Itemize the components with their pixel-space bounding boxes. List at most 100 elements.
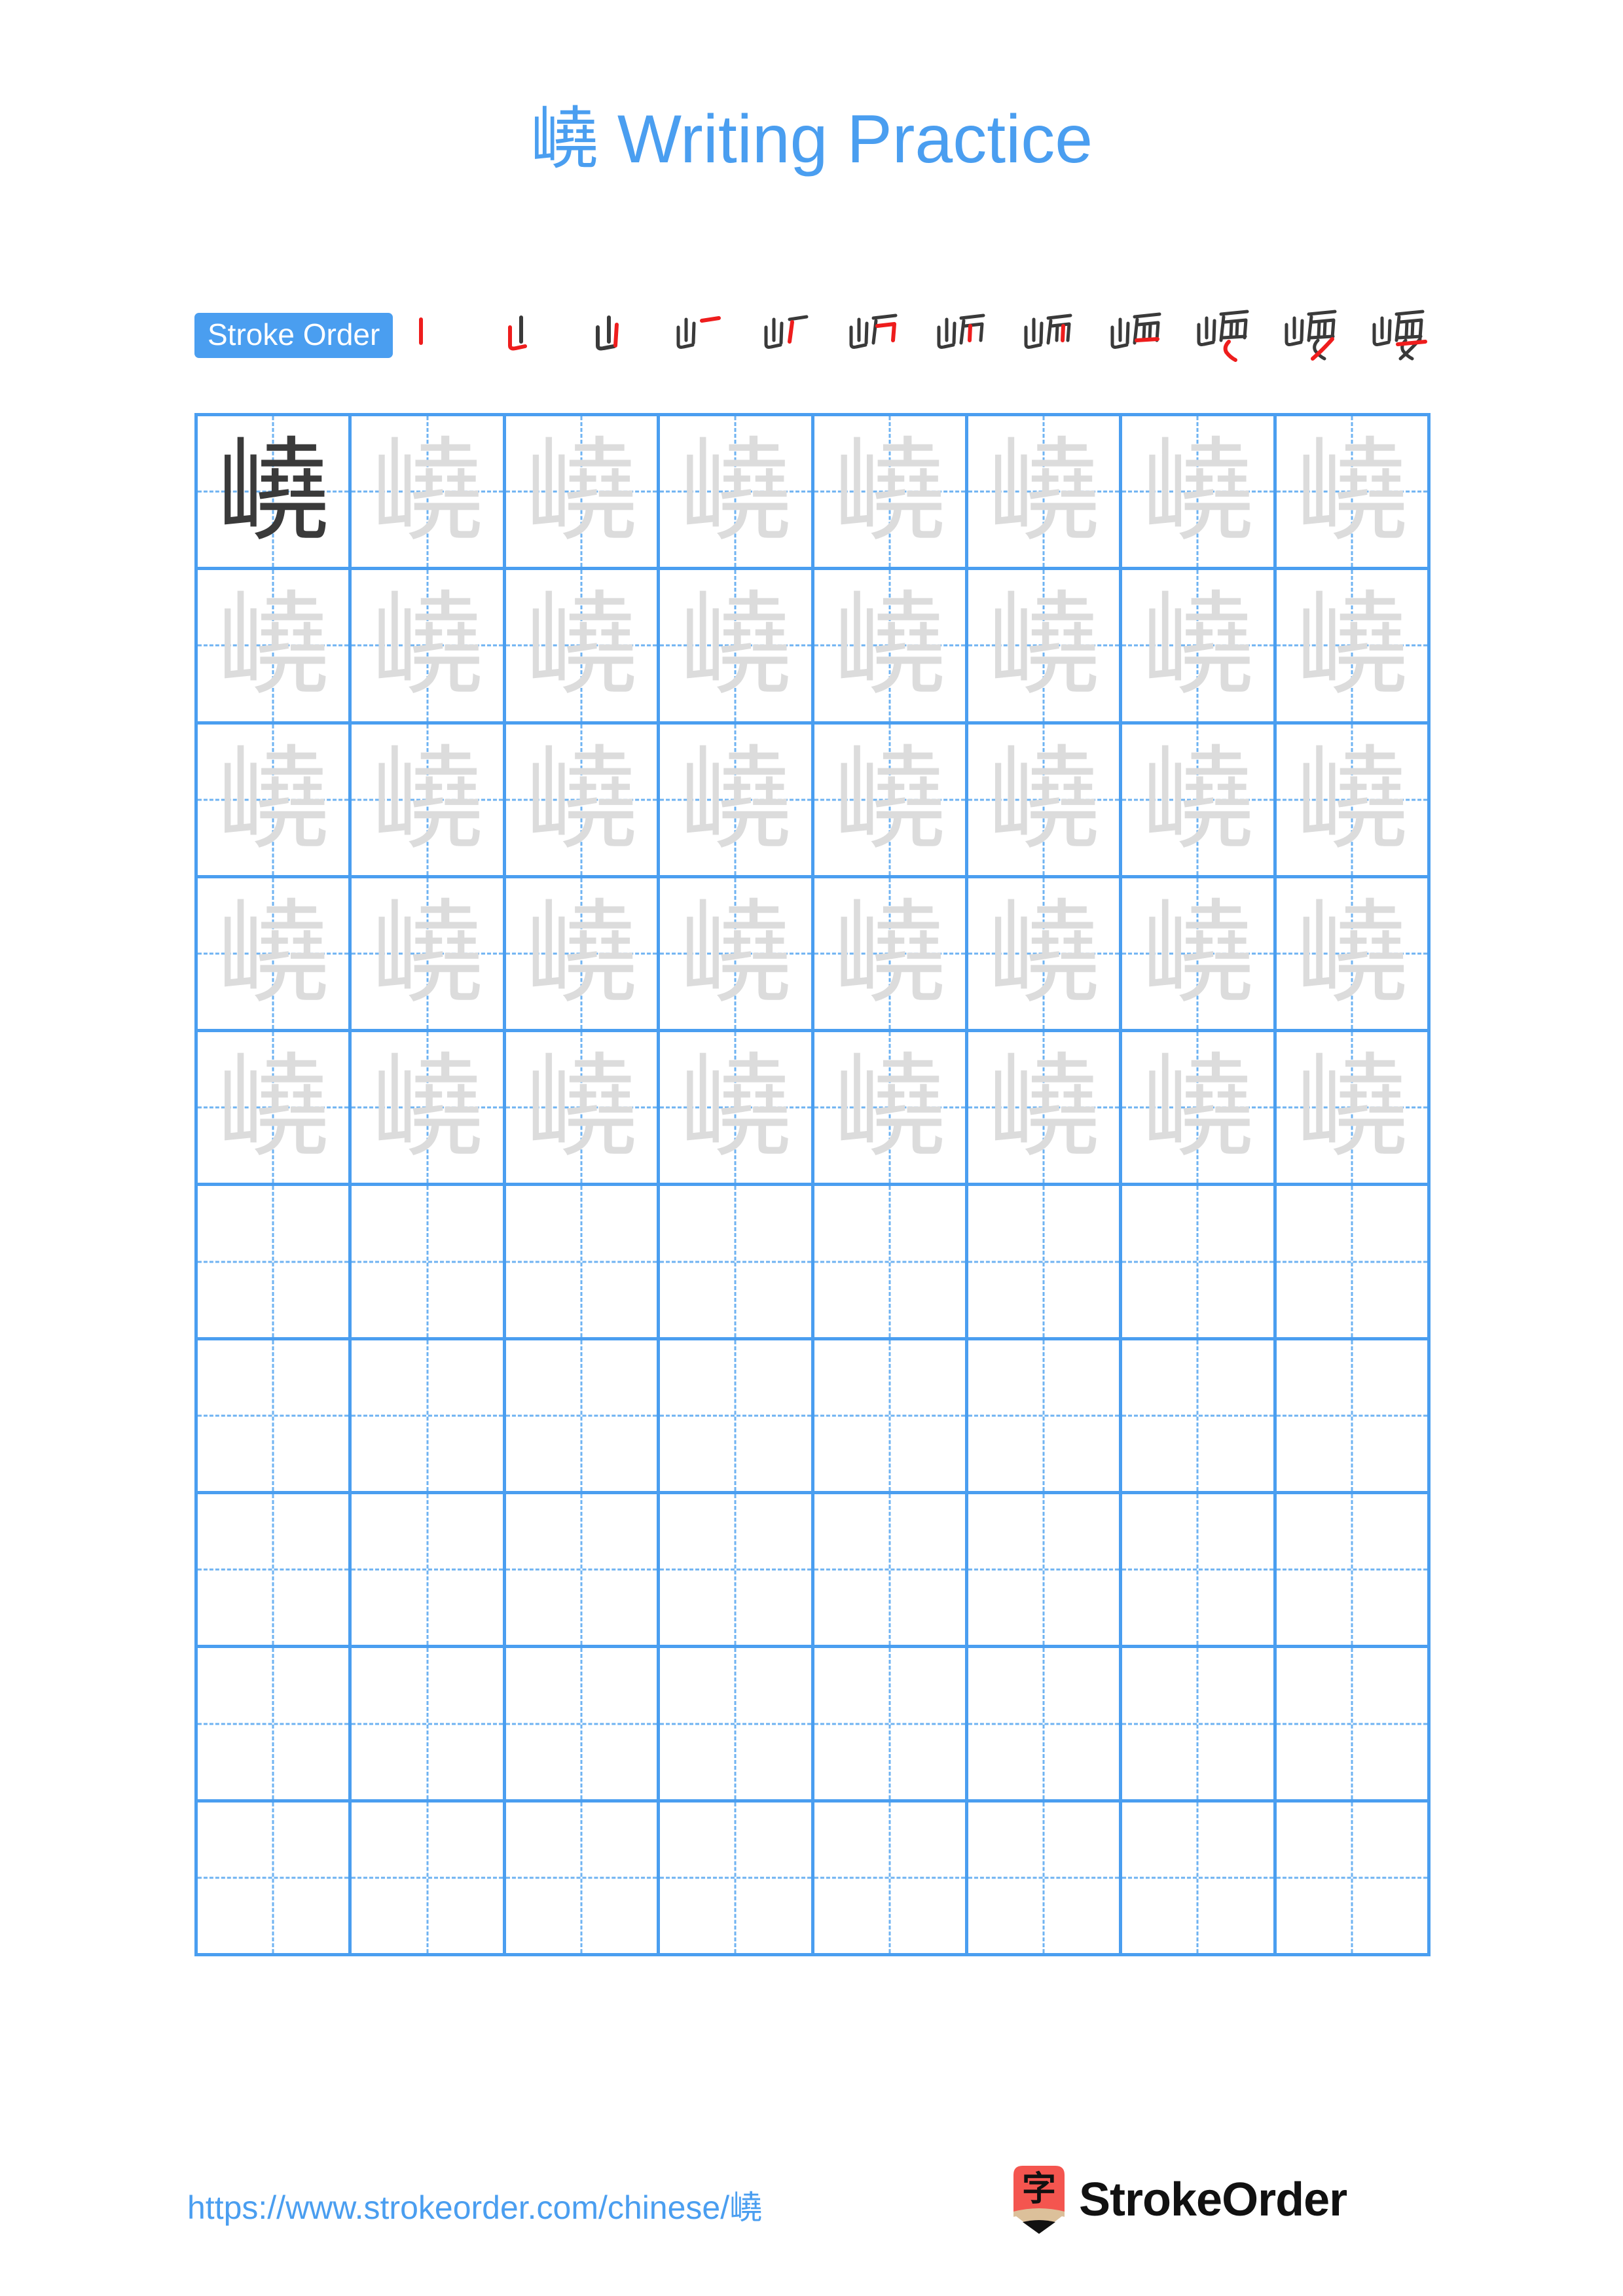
practice-cell-empty[interactable] xyxy=(660,1494,814,1649)
practice-cell-trace[interactable]: 嶢 xyxy=(660,724,814,878)
practice-grid: 嶢嶢嶢嶢嶢嶢嶢嶢嶢嶢嶢嶢嶢嶢嶢嶢嶢嶢嶢嶢嶢嶢嶢嶢嶢嶢嶢嶢嶢嶢嶢嶢嶢嶢嶢嶢嶢嶢嶢嶢 xyxy=(194,413,1431,1956)
practice-cell-empty[interactable] xyxy=(968,1494,1123,1649)
practice-cell-trace[interactable]: 嶢 xyxy=(198,1032,352,1187)
practice-cell-trace[interactable]: 嶢 xyxy=(198,724,352,878)
practice-cell-empty[interactable] xyxy=(352,1802,506,1956)
practice-cell-trace[interactable]: 嶢 xyxy=(968,878,1123,1033)
practice-cell-empty[interactable] xyxy=(505,1186,661,1340)
practice-cell-trace[interactable]: 嶢 xyxy=(968,1032,1123,1187)
practice-cell-empty[interactable] xyxy=(352,1186,506,1340)
practice-cell-empty[interactable] xyxy=(198,1186,352,1340)
practice-cell-trace[interactable]: 嶢 xyxy=(1276,416,1431,571)
practice-cell-trace[interactable]: 嶢 xyxy=(1122,1032,1277,1187)
practice-cell-empty[interactable] xyxy=(1122,1340,1277,1495)
practice-cell-trace[interactable]: 嶢 xyxy=(968,570,1123,725)
practice-cell-empty[interactable] xyxy=(660,1648,814,1803)
practice-cell-empty[interactable] xyxy=(814,1802,968,1956)
practice-cell-empty[interactable] xyxy=(198,1802,352,1956)
trace-character: 嶢 xyxy=(524,1041,638,1174)
trace-character: 嶢 xyxy=(1141,1041,1254,1174)
practice-cell-empty[interactable] xyxy=(352,1648,506,1803)
practice-cell-trace[interactable]: 嶢 xyxy=(505,878,661,1033)
practice-cell-trace[interactable]: 嶢 xyxy=(505,570,661,725)
practice-cell-empty[interactable] xyxy=(352,1494,506,1649)
practice-cell-empty[interactable] xyxy=(660,1802,814,1956)
practice-cell-trace[interactable]: 嶢 xyxy=(198,878,352,1033)
practice-cell-empty[interactable] xyxy=(1122,1802,1277,1956)
practice-cell-trace[interactable]: 嶢 xyxy=(814,570,968,725)
stroke-step-12 xyxy=(1364,302,1432,368)
practice-cell-trace[interactable]: 嶢 xyxy=(660,1032,814,1187)
trace-character: 嶢 xyxy=(524,733,638,865)
practice-cell-empty[interactable] xyxy=(1122,1186,1277,1340)
practice-cell-trace[interactable]: 嶢 xyxy=(352,724,506,878)
practice-cell-empty[interactable] xyxy=(1276,1494,1431,1649)
practice-cell-empty[interactable] xyxy=(505,1494,661,1649)
practice-cell-trace[interactable]: 嶢 xyxy=(814,878,968,1033)
trace-character: 嶢 xyxy=(987,888,1101,1020)
practice-cell-empty[interactable] xyxy=(505,1802,661,1956)
trace-character: 嶢 xyxy=(1295,888,1408,1020)
trace-character: 嶢 xyxy=(371,425,484,558)
practice-cell-trace[interactable]: 嶢 xyxy=(198,570,352,725)
practice-cell-empty[interactable] xyxy=(198,1648,352,1803)
practice-cell-trace[interactable]: 嶢 xyxy=(1122,416,1277,571)
practice-cell-empty[interactable] xyxy=(1276,1648,1431,1803)
practice-cell-empty[interactable] xyxy=(814,1186,968,1340)
practice-cell-trace[interactable]: 嶢 xyxy=(352,570,506,725)
practice-cell-trace[interactable]: 嶢 xyxy=(968,416,1123,571)
practice-cell-empty[interactable] xyxy=(968,1648,1123,1803)
practice-cell-empty[interactable] xyxy=(814,1340,968,1495)
practice-cell-empty[interactable] xyxy=(660,1186,814,1340)
practice-cell-trace[interactable]: 嶢 xyxy=(505,724,661,878)
practice-cell-empty[interactable] xyxy=(814,1648,968,1803)
practice-cell-trace[interactable]: 嶢 xyxy=(1276,878,1431,1033)
practice-cell-empty[interactable] xyxy=(968,1802,1123,1956)
trace-character: 嶢 xyxy=(217,1041,330,1174)
trace-character: 嶢 xyxy=(371,888,484,1020)
practice-cell-trace[interactable]: 嶢 xyxy=(814,724,968,878)
practice-cell-empty[interactable] xyxy=(1276,1186,1431,1340)
practice-cell-trace[interactable]: 嶢 xyxy=(1122,724,1277,878)
practice-cell-empty[interactable] xyxy=(1122,1494,1277,1649)
practice-cell-trace[interactable]: 嶢 xyxy=(660,878,814,1033)
footer-url-link[interactable]: https://www.strokeorder.com/chinese/嶢 xyxy=(187,2181,762,2229)
practice-cell-empty[interactable] xyxy=(1276,1802,1431,1956)
practice-cell-empty[interactable] xyxy=(505,1340,661,1495)
practice-cell-trace[interactable]: 嶢 xyxy=(660,570,814,725)
practice-cell-trace[interactable]: 嶢 xyxy=(352,416,506,571)
practice-cell-empty[interactable] xyxy=(1122,1648,1277,1803)
practice-cell-trace[interactable]: 嶢 xyxy=(1276,724,1431,878)
trace-character: 嶢 xyxy=(524,579,638,711)
practice-cell-empty[interactable] xyxy=(1276,1340,1431,1495)
practice-cell-trace[interactable]: 嶢 xyxy=(352,1032,506,1187)
trace-character: 嶢 xyxy=(679,733,792,865)
svg-text:字: 字 xyxy=(1022,2170,1056,2209)
practice-cell-trace[interactable]: 嶢 xyxy=(1122,570,1277,725)
practice-grid-row: 嶢嶢嶢嶢嶢嶢嶢嶢 xyxy=(198,724,1431,878)
practice-cell-trace[interactable]: 嶢 xyxy=(352,878,506,1033)
trace-character: 嶢 xyxy=(524,425,638,558)
practice-cell-model[interactable]: 嶢 xyxy=(198,416,352,571)
practice-cell-trace[interactable]: 嶢 xyxy=(1276,1032,1431,1187)
practice-cell-empty[interactable] xyxy=(968,1186,1123,1340)
practice-cell-trace[interactable]: 嶢 xyxy=(1276,570,1431,725)
practice-cell-empty[interactable] xyxy=(814,1494,968,1649)
practice-cell-empty[interactable] xyxy=(968,1340,1123,1495)
practice-cell-trace[interactable]: 嶢 xyxy=(505,416,661,571)
practice-cell-empty[interactable] xyxy=(352,1340,506,1495)
practice-cell-trace[interactable]: 嶢 xyxy=(1122,878,1277,1033)
practice-cell-empty[interactable] xyxy=(660,1340,814,1495)
practice-cell-trace[interactable]: 嶢 xyxy=(660,416,814,571)
practice-cell-trace[interactable]: 嶢 xyxy=(814,416,968,571)
practice-grid-row xyxy=(198,1186,1431,1340)
trace-character: 嶢 xyxy=(1141,733,1254,865)
practice-cell-empty[interactable] xyxy=(505,1648,661,1803)
practice-cell-trace[interactable]: 嶢 xyxy=(505,1032,661,1187)
stroke-step-3 xyxy=(575,302,643,368)
practice-cell-trace[interactable]: 嶢 xyxy=(814,1032,968,1187)
trace-character: 嶢 xyxy=(987,579,1101,711)
practice-cell-empty[interactable] xyxy=(198,1340,352,1495)
practice-cell-empty[interactable] xyxy=(198,1494,352,1649)
practice-cell-trace[interactable]: 嶢 xyxy=(968,724,1123,878)
